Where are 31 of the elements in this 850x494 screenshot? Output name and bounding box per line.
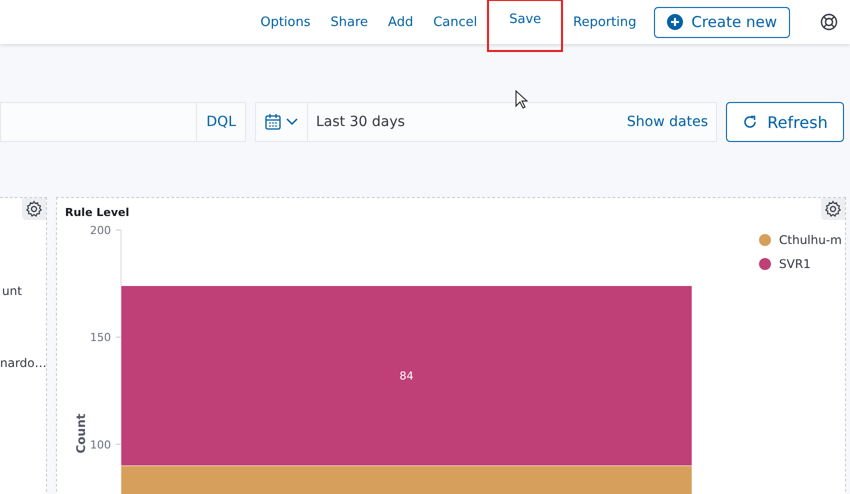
create-new-button[interactable]: Create new — [654, 6, 790, 38]
nav-link[interactable]: Reporting — [563, 0, 646, 44]
panel-title: Rule Level — [64, 205, 130, 219]
settings-icon[interactable] — [821, 198, 845, 220]
cursor-icon — [515, 90, 528, 109]
date-range-text: Last 30 days — [315, 114, 406, 130]
nav-link[interactable]: Add — [378, 0, 424, 44]
legend-label: unt — [2, 284, 22, 298]
y-axis-title: Count — [74, 414, 88, 454]
calendar-icon — [265, 114, 281, 130]
data-label: 84 — [400, 370, 414, 383]
search-field[interactable]: DQL — [0, 102, 246, 142]
show-dates-link[interactable]: Show dates — [626, 114, 716, 130]
y-tick-label: 100 — [90, 438, 111, 452]
language-button[interactable]: DQL — [196, 103, 245, 141]
legend-label: nardo… — [0, 356, 47, 370]
help-icon[interactable] — [820, 13, 838, 31]
legend-label[interactable]: SVR1 — [779, 257, 811, 271]
y-tick-label: 150 — [90, 331, 111, 344]
legend-label[interactable]: Cthulhu-m — [779, 233, 842, 247]
refresh-button[interactable]: Refresh — [726, 102, 844, 142]
caret-icon — [286, 118, 298, 126]
nav-link[interactable]: Options — [250, 0, 321, 44]
settings-icon[interactable] — [22, 198, 46, 220]
plus-icon — [667, 14, 684, 30]
nav-link[interactable]: Share — [320, 0, 378, 44]
y-tick-label: 200 — [90, 224, 111, 237]
nav-link[interactable]: Save — [487, 0, 564, 52]
refresh-icon — [742, 114, 758, 130]
date-picker[interactable]: Last 30 days Show dates — [255, 102, 717, 142]
nav-link[interactable]: Cancel — [423, 0, 488, 44]
